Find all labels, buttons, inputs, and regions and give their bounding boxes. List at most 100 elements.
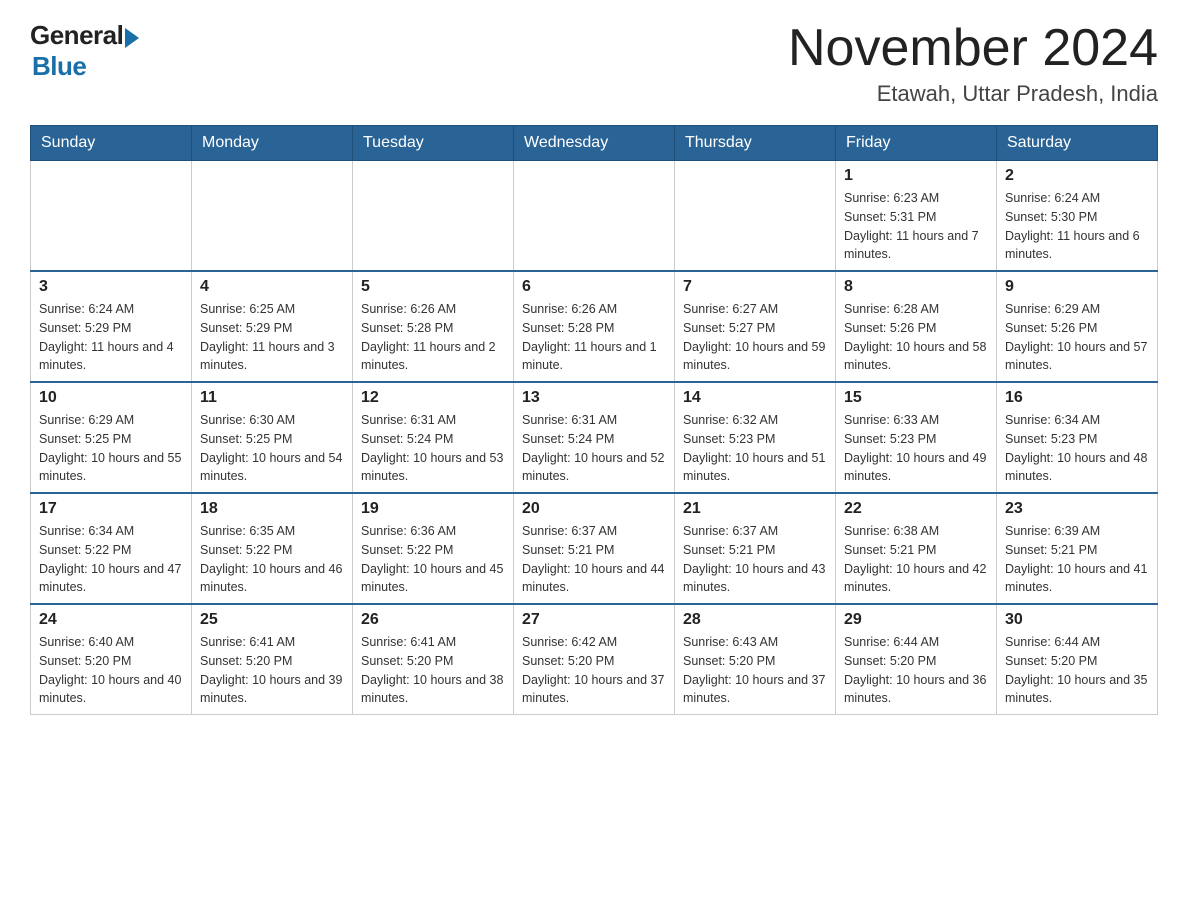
calendar-cell-w5-d3: 26Sunrise: 6:41 AMSunset: 5:20 PMDayligh… — [353, 604, 514, 715]
calendar-table: Sunday Monday Tuesday Wednesday Thursday… — [30, 125, 1158, 715]
calendar-week-5: 24 Sunrise: 6:40 AMSunset: 5:20 PMDayligh… — [31, 604, 1158, 715]
day-number: 29 — [844, 611, 988, 629]
calendar-cell-w1-d2 — [192, 161, 353, 272]
calendar-cell-w2-d4: 6Sunrise: 6:26 AMSunset: 5:28 PMDaylight… — [514, 271, 675, 382]
logo: General Blue — [30, 20, 139, 82]
day-info: Sunrise: 6:33 AMSunset: 5:23 PMDaylight:… — [844, 411, 988, 486]
day-info: Sunrise: 6:42 AMSunset: 5:20 PMDaylight:… — [522, 633, 666, 708]
calendar-cell-w5-d6: 29 Sunrise: 6:44 AMSunset: 5:20 PMDayligh… — [836, 604, 997, 715]
day-number: 15 — [844, 389, 988, 407]
day-info: Sunrise: 6:29 AMSunset: 5:25 PMDaylight:… — [39, 411, 183, 486]
day-number: 5 — [361, 278, 505, 296]
calendar-cell-w1-d6: 1 Sunrise: 6:23 AMSunset: 5:31 PMDaylight… — [836, 161, 997, 272]
calendar-week-3: 10 Sunrise: 6:29 AMSunset: 5:25 PMDayligh… — [31, 382, 1158, 493]
logo-arrow-icon — [125, 28, 139, 48]
day-number: 30 — [1005, 611, 1149, 629]
day-info: Sunrise: 6:28 AMSunset: 5:26 PMDaylight:… — [844, 300, 988, 375]
calendar-cell-w4-d4: 20 Sunrise: 6:37 AMSunset: 5:21 PMDayligh… — [514, 493, 675, 604]
day-info: Sunrise: 6:24 AMSunset: 5:30 PMDaylight:… — [1005, 189, 1149, 264]
day-number: 1 — [844, 167, 988, 185]
calendar-cell-w3-d5: 14 Sunrise: 6:32 AMSunset: 5:23 PMDayligh… — [675, 382, 836, 493]
calendar-cell-w3-d7: 16Sunrise: 6:34 AMSunset: 5:23 PMDayligh… — [997, 382, 1158, 493]
calendar-cell-w2-d1: 3 Sunrise: 6:24 AMSunset: 5:29 PMDaylight… — [31, 271, 192, 382]
day-info: Sunrise: 6:39 AMSunset: 5:21 PMDaylight:… — [1005, 522, 1149, 597]
day-info: Sunrise: 6:32 AMSunset: 5:23 PMDaylight:… — [683, 411, 827, 486]
day-number: 22 — [844, 500, 988, 518]
calendar-cell-w1-d7: 2 Sunrise: 6:24 AMSunset: 5:30 PMDaylight… — [997, 161, 1158, 272]
day-info: Sunrise: 6:34 AMSunset: 5:22 PMDaylight:… — [39, 522, 183, 597]
day-number: 19 — [361, 500, 505, 518]
calendar-cell-w5-d2: 25 Sunrise: 6:41 AMSunset: 5:20 PMDayligh… — [192, 604, 353, 715]
day-number: 25 — [200, 611, 344, 629]
day-info: Sunrise: 6:26 AMSunset: 5:28 PMDaylight:… — [361, 300, 505, 375]
day-info: Sunrise: 6:41 AMSunset: 5:20 PMDaylight:… — [361, 633, 505, 708]
header-saturday: Saturday — [997, 126, 1158, 161]
day-info: Sunrise: 6:23 AMSunset: 5:31 PMDaylight:… — [844, 189, 988, 264]
header-friday: Friday — [836, 126, 997, 161]
day-info: Sunrise: 6:29 AMSunset: 5:26 PMDaylight:… — [1005, 300, 1149, 375]
month-title: November 2024 — [788, 20, 1158, 77]
title-section: November 2024 Etawah, Uttar Pradesh, Ind… — [788, 20, 1158, 107]
calendar-cell-w2-d7: 9Sunrise: 6:29 AMSunset: 5:26 PMDaylight… — [997, 271, 1158, 382]
day-info: Sunrise: 6:31 AMSunset: 5:24 PMDaylight:… — [361, 411, 505, 486]
calendar-cell-w3-d1: 10 Sunrise: 6:29 AMSunset: 5:25 PMDayligh… — [31, 382, 192, 493]
calendar-cell-w2-d2: 4Sunrise: 6:25 AMSunset: 5:29 PMDaylight… — [192, 271, 353, 382]
calendar-week-2: 3 Sunrise: 6:24 AMSunset: 5:29 PMDaylight… — [31, 271, 1158, 382]
day-number: 24 — [39, 611, 183, 629]
day-number: 14 — [683, 389, 827, 407]
calendar-cell-w4-d5: 21 Sunrise: 6:37 AMSunset: 5:21 PMDayligh… — [675, 493, 836, 604]
day-info: Sunrise: 6:43 AMSunset: 5:20 PMDaylight:… — [683, 633, 827, 708]
day-info: Sunrise: 6:37 AMSunset: 5:21 PMDaylight:… — [683, 522, 827, 597]
day-number: 27 — [522, 611, 666, 629]
day-info: Sunrise: 6:41 AMSunset: 5:20 PMDaylight:… — [200, 633, 344, 708]
calendar-cell-w2-d6: 8 Sunrise: 6:28 AMSunset: 5:26 PMDaylight… — [836, 271, 997, 382]
location-subtitle: Etawah, Uttar Pradesh, India — [788, 81, 1158, 107]
header-tuesday: Tuesday — [353, 126, 514, 161]
calendar-cell-w3-d2: 11Sunrise: 6:30 AMSunset: 5:25 PMDayligh… — [192, 382, 353, 493]
calendar-cell-w1-d1 — [31, 161, 192, 272]
day-info: Sunrise: 6:24 AMSunset: 5:29 PMDaylight:… — [39, 300, 183, 375]
calendar-cell-w4-d3: 19 Sunrise: 6:36 AMSunset: 5:22 PMDayligh… — [353, 493, 514, 604]
day-info: Sunrise: 6:37 AMSunset: 5:21 PMDaylight:… — [522, 522, 666, 597]
day-number: 20 — [522, 500, 666, 518]
calendar-cell-w5-d7: 30 Sunrise: 6:44 AMSunset: 5:20 PMDayligh… — [997, 604, 1158, 715]
calendar-week-1: 1 Sunrise: 6:23 AMSunset: 5:31 PMDaylight… — [31, 161, 1158, 272]
day-info: Sunrise: 6:34 AMSunset: 5:23 PMDaylight:… — [1005, 411, 1149, 486]
day-number: 21 — [683, 500, 827, 518]
calendar-cell-w4-d7: 23 Sunrise: 6:39 AMSunset: 5:21 PMDayligh… — [997, 493, 1158, 604]
calendar-week-4: 17 Sunrise: 6:34 AMSunset: 5:22 PMDayligh… — [31, 493, 1158, 604]
calendar-cell-w5-d5: 28Sunrise: 6:43 AMSunset: 5:20 PMDayligh… — [675, 604, 836, 715]
calendar-cell-w1-d4 — [514, 161, 675, 272]
day-number: 23 — [1005, 500, 1149, 518]
day-number: 2 — [1005, 167, 1149, 185]
calendar-cell-w5-d4: 27 Sunrise: 6:42 AMSunset: 5:20 PMDayligh… — [514, 604, 675, 715]
header-thursday: Thursday — [675, 126, 836, 161]
day-number: 17 — [39, 500, 183, 518]
day-number: 3 — [39, 278, 183, 296]
calendar-header-row: Sunday Monday Tuesday Wednesday Thursday… — [31, 126, 1158, 161]
calendar-cell-w3-d3: 12 Sunrise: 6:31 AMSunset: 5:24 PMDayligh… — [353, 382, 514, 493]
day-info: Sunrise: 6:36 AMSunset: 5:22 PMDaylight:… — [361, 522, 505, 597]
day-info: Sunrise: 6:35 AMSunset: 5:22 PMDaylight:… — [200, 522, 344, 597]
calendar-cell-w1-d3 — [353, 161, 514, 272]
day-info: Sunrise: 6:44 AMSunset: 5:20 PMDaylight:… — [1005, 633, 1149, 708]
day-number: 12 — [361, 389, 505, 407]
header-monday: Monday — [192, 126, 353, 161]
calendar-cell-w4-d6: 22 Sunrise: 6:38 AMSunset: 5:21 PMDayligh… — [836, 493, 997, 604]
day-number: 4 — [200, 278, 344, 296]
logo-general-text: General — [30, 20, 123, 51]
calendar-cell-w2-d5: 7Sunrise: 6:27 AMSunset: 5:27 PMDaylight… — [675, 271, 836, 382]
day-number: 10 — [39, 389, 183, 407]
day-info: Sunrise: 6:38 AMSunset: 5:21 PMDaylight:… — [844, 522, 988, 597]
logo-blue-text: Blue — [32, 51, 86, 81]
day-info: Sunrise: 6:26 AMSunset: 5:28 PMDaylight:… — [522, 300, 666, 375]
header-wednesday: Wednesday — [514, 126, 675, 161]
day-number: 8 — [844, 278, 988, 296]
day-info: Sunrise: 6:30 AMSunset: 5:25 PMDaylight:… — [200, 411, 344, 486]
header-sunday: Sunday — [31, 126, 192, 161]
day-info: Sunrise: 6:44 AMSunset: 5:20 PMDaylight:… — [844, 633, 988, 708]
day-number: 18 — [200, 500, 344, 518]
day-info: Sunrise: 6:40 AMSunset: 5:20 PMDaylight:… — [39, 633, 183, 708]
calendar-cell-w3-d4: 13Sunrise: 6:31 AMSunset: 5:24 PMDayligh… — [514, 382, 675, 493]
calendar-cell-w3-d6: 15 Sunrise: 6:33 AMSunset: 5:23 PMDayligh… — [836, 382, 997, 493]
